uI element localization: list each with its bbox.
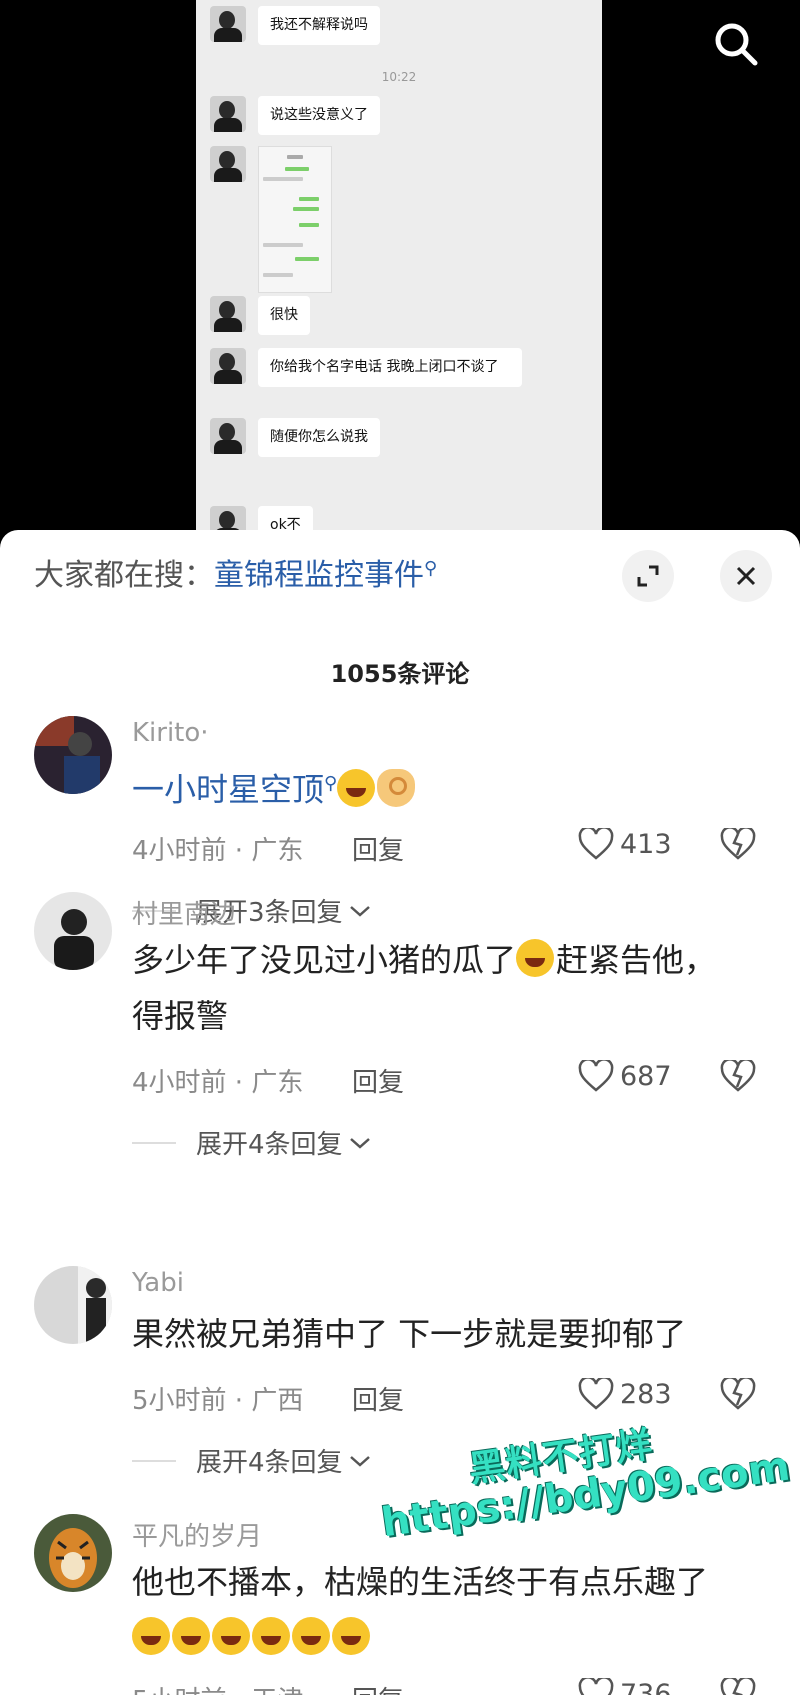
avatar [210,6,246,42]
dislike-icon[interactable] [720,1678,756,1695]
avatar [210,96,246,132]
avatar [210,348,246,384]
laughing-emoji-icon [252,1617,290,1655]
dislike-icon[interactable] [720,1060,756,1092]
comment-username[interactable]: Yabi [132,1268,184,1298]
comment-text-part: 多少年了没见过小猪的瓜了 [132,941,517,979]
like-count: 413 [620,828,672,860]
reply-button[interactable]: 回复 [352,1380,404,1417]
like-button[interactable]: 687 [578,1060,672,1092]
laughing-emoji-icon [132,1617,170,1655]
dislike-icon[interactable] [720,828,756,860]
avatar[interactable] [34,1266,112,1344]
comment-username[interactable]: 平凡的岁月 [132,1516,262,1553]
heart-icon [578,1060,614,1092]
comment-text-link[interactable]: 一小时星空顶 [132,771,324,809]
heart-icon [578,828,614,860]
avatar[interactable] [34,892,112,970]
chevron-down-icon [349,1137,370,1149]
comment-text: 多少年了没见过小猪的瓜了 赶紧告他， 得报警 [132,932,752,1044]
comment-username[interactable]: Kirito· [132,718,209,748]
laughing-emoji-icon [337,768,376,807]
comment-text-part: 赶紧告他， [556,941,717,979]
laughing-emoji-icon [212,1617,250,1655]
comment-text-part: 他也不播本，枯燥的生活终于有点乐趣了 [132,1563,709,1601]
comment-count: 1055条评论 [330,660,470,688]
chat-bubble: 随便你怎么说我 [258,418,380,457]
like-button[interactable]: 413 [578,828,672,860]
chat-message: 你给我个名字电话 我晚上闭口不谈了 [210,348,522,387]
close-icon [736,566,756,586]
reply-button[interactable]: 回复 [352,830,404,867]
comment-username[interactable]: 村里南边 [132,894,236,931]
expand-button[interactable] [622,550,674,602]
laughing-emoji-icon [172,1617,210,1655]
avatar[interactable] [34,1514,112,1592]
expand-replies-button[interactable]: 展开4条回复 [132,1442,373,1479]
comment-text: 他也不播本，枯燥的生活终于有点乐趣了 [132,1554,752,1666]
like-button[interactable]: 283 [578,1378,672,1410]
search-icon: ⚲ [424,558,438,579]
chat-bubble: 你给我个名字电话 我晚上闭口不谈了 [258,348,522,387]
chat-bubble: 很快 [258,296,310,335]
heart-icon [578,1378,614,1410]
comment-time-location: 4小时前 · 广东 [132,1068,304,1098]
avatar[interactable] [34,716,112,794]
like-button[interactable]: 736 [578,1678,672,1695]
expand-replies-button[interactable]: 展开4条回复 [132,1124,373,1161]
comment-time-location: 4小时前 · 广东 [132,836,304,866]
comment-text: 果然被兄弟猜中了 下一步就是要抑郁了 [132,1315,687,1353]
video-area[interactable]: 我还不解释说吗 10:22 说这些没意义了 很快 你给我个名字电话 我晚上闭口不… [0,0,800,540]
chat-screenshot: 我还不解释说吗 10:22 说这些没意义了 很快 你给我个名字电话 我晚上闭口不… [196,0,602,540]
avatar [210,418,246,454]
divider-line [132,1459,176,1462]
chat-image-message [210,146,332,293]
comment-time-location: 5小时前 · 天津 [132,1680,303,1695]
like-count: 736 [620,1678,672,1695]
chat-message: 说这些没意义了 [210,96,380,135]
dislike-icon[interactable] [720,1378,756,1410]
expand-icon [637,565,659,587]
reply-button[interactable]: 回复 [352,1062,404,1099]
comment-time-location: 5小时前 · 广西 [132,1386,304,1416]
like-count: 687 [620,1060,672,1092]
comment-item: 村里南边 多少年了没见过小猪的瓜了 赶紧告他， 得报警 4小时前 · 广东 回复 6… [0,892,800,1192]
chat-bubble: 说这些没意义了 [258,96,380,135]
heart-icon [578,1678,614,1695]
chat-timestamp: 10:22 [381,70,417,84]
avatar [210,146,246,182]
like-count: 283 [620,1378,672,1410]
hot-search-link[interactable]: 童锦程监控事件 [214,558,424,593]
search-icon[interactable] [712,20,760,68]
chevron-down-icon [349,1455,370,1467]
ok-hand-emoji-icon [377,768,416,807]
expand-replies-label: 展开4条回复 [196,1448,343,1478]
chat-message: 很快 [210,296,310,335]
chat-bubble: 我还不解释说吗 [258,6,380,45]
comment-text-part: 得报警 [132,997,229,1035]
chat-image-thumbnail [258,146,332,293]
chat-message: 我还不解释说吗 [210,6,380,45]
close-button[interactable] [720,550,772,602]
laughing-emoji-icon [292,1617,330,1655]
avatar [210,296,246,332]
hot-search-bar[interactable]: 大家都在搜：童锦程监控事件⚲ [34,550,437,594]
chat-message: 随便你怎么说我 [210,418,380,457]
expand-replies-label: 展开4条回复 [196,1130,343,1160]
laughing-emoji-icon [332,1617,370,1655]
reply-button[interactable]: 回复 [352,1680,404,1695]
laughing-emoji-icon [516,939,555,977]
divider-line [132,1141,176,1144]
comment-text: 一小时星空顶⚲ [132,756,752,818]
search-icon: ⚲ [324,773,338,794]
hot-search-label: 大家都在搜： [34,558,214,593]
